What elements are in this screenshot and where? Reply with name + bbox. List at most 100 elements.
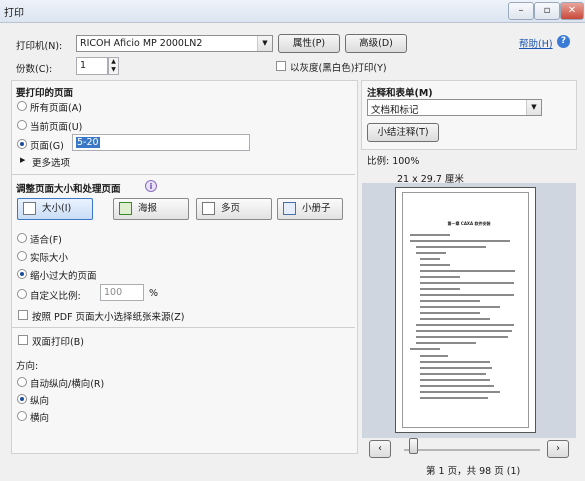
preview-text-line	[420, 391, 500, 393]
page-preview: 第一章 CAXA 软件安装	[395, 187, 536, 433]
minimize-icon: –	[518, 5, 524, 16]
booklet-mode-button[interactable]: 小册子	[277, 198, 343, 220]
page-slider-thumb[interactable]	[409, 438, 418, 454]
comments-value: 文档和标记	[371, 105, 419, 116]
page-slider-track[interactable]	[404, 449, 540, 451]
preview-text-line	[410, 348, 440, 350]
multiple-mode-button[interactable]: 多页	[196, 198, 272, 220]
advanced-button[interactable]: 高级(D)	[345, 34, 407, 53]
help-icon[interactable]: ?	[557, 35, 570, 48]
chevron-down-icon: ▼	[111, 66, 116, 73]
maximize-button[interactable]: ▫	[534, 2, 560, 20]
preview-text-line	[420, 373, 486, 375]
preview-text-line	[420, 312, 480, 314]
maximize-icon: ▫	[543, 5, 551, 16]
triangle-right-icon[interactable]: ▶	[20, 156, 25, 164]
fit-label: 适合(F)	[30, 235, 62, 246]
current-page-label: 当前页面(U)	[30, 122, 83, 133]
preview-text-line	[420, 270, 515, 272]
preview-text-line	[420, 385, 494, 387]
more-options-link[interactable]: 更多选项	[32, 155, 70, 169]
preview-doc-title: 第一章 CAXA 软件安装	[447, 221, 491, 226]
shrink-label: 缩小过大的页面	[30, 271, 97, 282]
landscape-label: 横向	[30, 413, 50, 424]
actual-size-label: 实际大小	[30, 253, 69, 264]
preview-text-line	[420, 288, 460, 290]
summarize-comments-button[interactable]: 小结注释(T)	[367, 123, 439, 142]
divider	[12, 327, 355, 328]
custom-scale-radio[interactable]	[17, 289, 27, 299]
shrink-radio[interactable]	[17, 269, 27, 279]
minimize-button[interactable]: –	[508, 2, 534, 20]
copies-stepper[interactable]: ▲ ▼	[108, 57, 119, 75]
portrait-radio[interactable]	[17, 394, 27, 404]
custom-scale-input[interactable]: 100	[100, 284, 144, 301]
poster-mode-label: 海报	[138, 203, 158, 214]
preview-text-line	[420, 282, 514, 284]
close-icon: ✕	[567, 5, 577, 16]
preview-text-line	[410, 240, 510, 242]
booklet-icon	[283, 202, 296, 215]
pages-heading: 要打印的页面	[16, 88, 74, 99]
chevron-down-icon: ▼	[257, 36, 272, 51]
size-mode-button[interactable]: 大小(I)	[17, 198, 93, 220]
fit-radio[interactable]	[17, 233, 27, 243]
all-pages-radio[interactable]	[17, 101, 27, 111]
pages-range-value: 5-20	[76, 137, 100, 148]
properties-button[interactable]: 属性(P)	[278, 34, 340, 53]
multiple-mode-label: 多页	[221, 203, 241, 214]
duplex-checkbox[interactable]	[18, 335, 28, 345]
preview-text-line	[416, 330, 512, 332]
preview-text-line	[420, 264, 450, 266]
pages-label: 页面(G)	[30, 141, 64, 152]
landscape-radio[interactable]	[17, 411, 27, 421]
sizing-heading: 调整页面大小和处理页面	[16, 184, 121, 195]
copies-label: 份数(C):	[16, 64, 53, 75]
preview-text-line	[420, 355, 448, 357]
duplex-label: 双面打印(B)	[32, 337, 84, 348]
auto-orientation-label: 自动纵向/横向(R)	[30, 379, 105, 390]
actual-size-radio[interactable]	[17, 251, 27, 261]
next-page-button[interactable]: ›	[547, 440, 569, 458]
chevron-down-icon: ▼	[526, 100, 541, 115]
size-page-icon	[23, 202, 36, 215]
printer-value: RICOH Aficio MP 2000LN2	[80, 38, 203, 49]
close-button[interactable]: ✕	[560, 2, 584, 20]
printer-select[interactable]: RICOH Aficio MP 2000LN2 ▼	[76, 35, 273, 52]
scale-label: 比例: 100%	[367, 156, 420, 167]
current-page-radio[interactable]	[17, 120, 27, 130]
grayscale-label: 以灰度(黑白色)打印(Y)	[290, 63, 387, 74]
info-icon[interactable]: i	[145, 180, 157, 192]
preview-text-line	[416, 246, 486, 248]
poster-mode-button[interactable]: 海报	[113, 198, 189, 220]
preview-text-line	[420, 361, 490, 363]
window-title: 打印	[4, 8, 24, 19]
preview-text-line	[420, 306, 500, 308]
pages-range-input[interactable]: 5-20	[72, 134, 250, 151]
auto-orientation-radio[interactable]	[17, 377, 27, 387]
preview-text-line	[410, 234, 450, 236]
pages-radio[interactable]	[17, 139, 27, 149]
custom-scale-label: 自定义比例:	[30, 291, 81, 302]
paper-source-checkbox[interactable]	[18, 310, 28, 320]
chevron-left-icon: ‹	[378, 443, 382, 454]
chevron-right-icon: ›	[556, 443, 560, 454]
copies-input[interactable]: 1	[76, 57, 108, 75]
printer-label: 打印机(N):	[16, 41, 63, 52]
comments-select[interactable]: 文档和标记 ▼	[367, 99, 542, 116]
divider	[12, 174, 355, 175]
title-bar	[0, 0, 585, 23]
previous-page-button[interactable]: ‹	[369, 440, 391, 458]
booklet-mode-label: 小册子	[302, 203, 331, 214]
preview-text-line	[416, 336, 508, 338]
help-link[interactable]: 帮助(H)	[519, 36, 553, 50]
preview-text-line	[420, 258, 440, 260]
comments-heading: 注释和表单(M)	[367, 88, 433, 99]
preview-text-line	[420, 379, 490, 381]
portrait-label: 纵向	[30, 396, 50, 407]
preview-text-line	[420, 397, 488, 399]
size-mode-label: 大小(I)	[42, 203, 72, 214]
preview-text-line	[420, 300, 480, 302]
grayscale-checkbox[interactable]	[276, 61, 286, 71]
orientation-label: 方向:	[16, 361, 39, 372]
